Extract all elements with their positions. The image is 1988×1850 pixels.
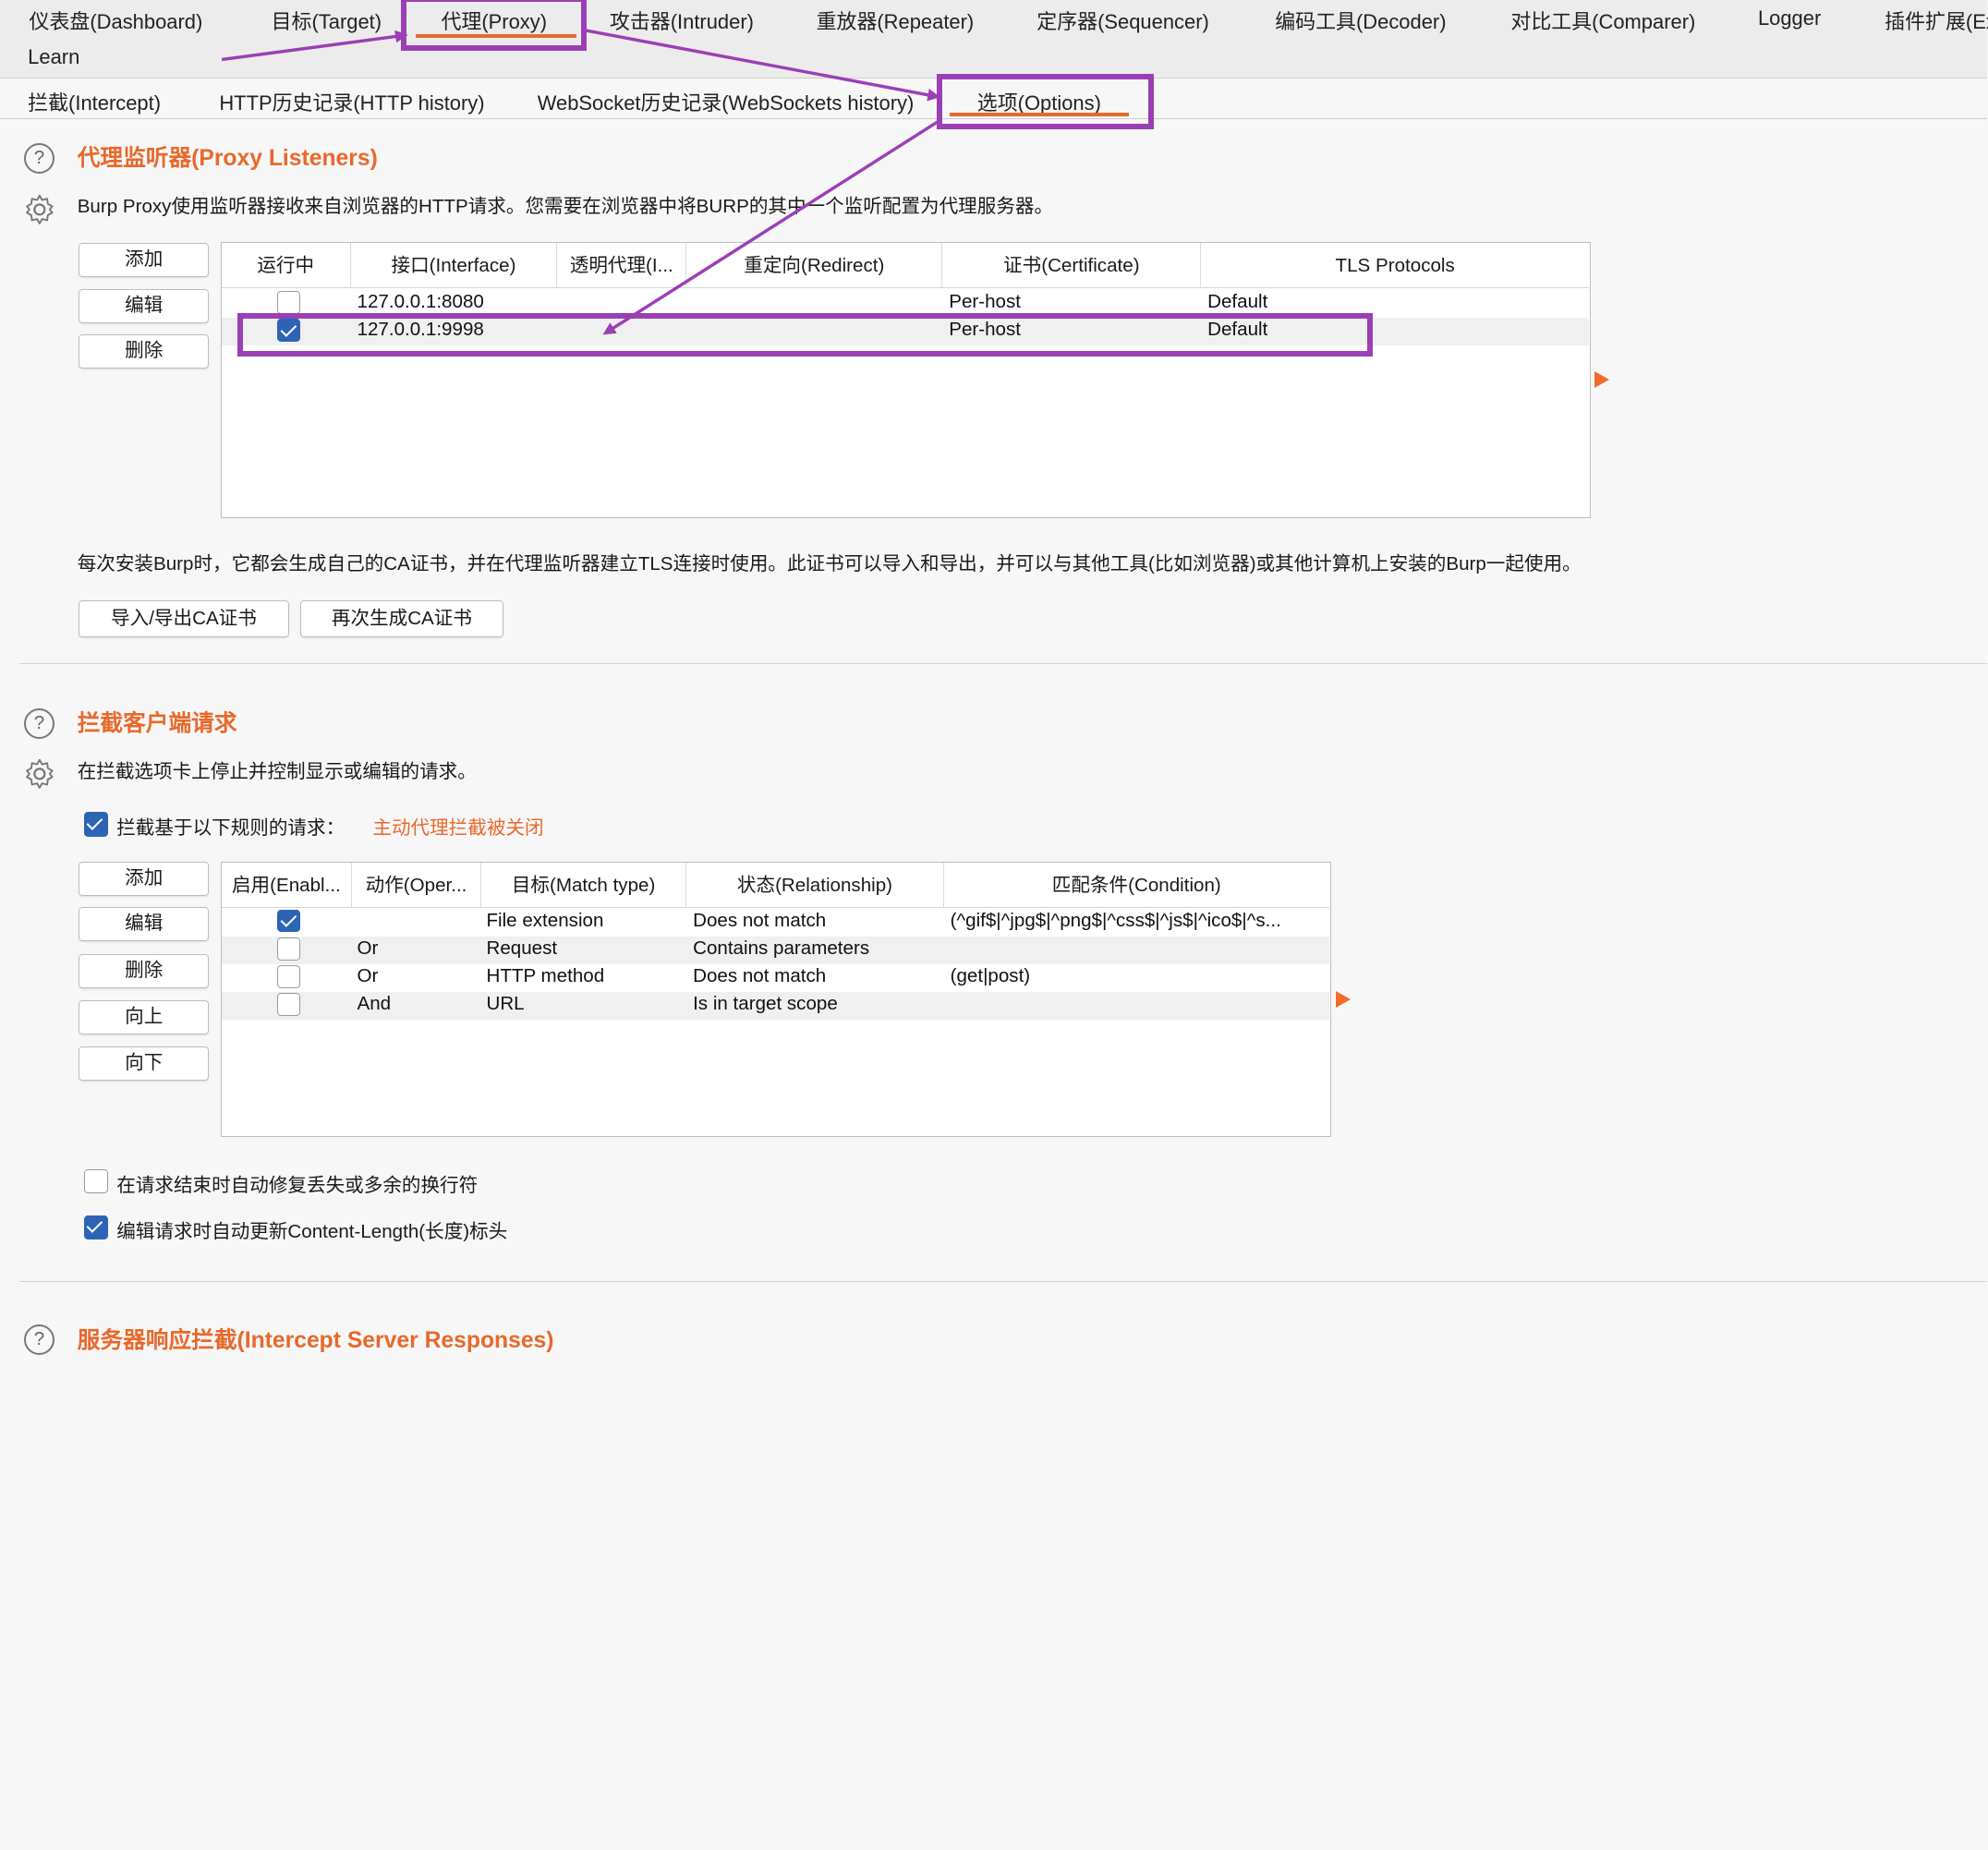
add-rule-button[interactable]: 添加 bbox=[79, 861, 210, 896]
column-header-condition[interactable]: 匹配条件(Condition) bbox=[944, 863, 1329, 908]
rule-enabled-checkbox[interactable] bbox=[277, 909, 300, 933]
table-row[interactable]: Or Request Contains parameters bbox=[221, 936, 1329, 964]
column-header-redirect[interactable]: 重定向(Redirect) bbox=[686, 243, 943, 289]
column-header-certificate[interactable]: 证书(Certificate) bbox=[942, 243, 1202, 289]
tab-target[interactable]: 目标(Target) bbox=[272, 6, 382, 35]
tab-extender[interactable]: 插件扩展(Ex bbox=[1885, 6, 1988, 35]
relationship-cell: Does not match bbox=[693, 965, 827, 987]
intercept-status-note: 主动代理拦截被关闭 bbox=[372, 817, 544, 840]
table-row[interactable]: File extension Does not match (^gif$|^jp… bbox=[222, 908, 1329, 936]
tab-logger[interactable]: Logger bbox=[1758, 6, 1821, 30]
tab-learn[interactable]: Learn bbox=[28, 45, 79, 69]
operator-cell: And bbox=[357, 993, 392, 1015]
gear-icon[interactable] bbox=[23, 757, 56, 791]
match-type-cell: File extension bbox=[486, 909, 604, 931]
intercept-rules-checkbox[interactable] bbox=[83, 812, 108, 837]
add-listener-button[interactable]: 添加 bbox=[79, 243, 210, 278]
update-content-length-checkbox[interactable] bbox=[83, 1215, 108, 1239]
condition-cell: (^gif$|^jpg$|^png$|^css$|^js$|^ico$|^s..… bbox=[950, 909, 1281, 931]
regenerate-ca-button[interactable]: 再次生成CA证书 bbox=[300, 600, 503, 638]
relationship-cell: Does not match bbox=[693, 909, 827, 931]
intercept-client-description: 在拦截选项卡上停止并控制显示或编辑的请求。 bbox=[77, 760, 477, 782]
proxy-listeners-title: 代理监听器(Proxy Listeners) bbox=[77, 145, 378, 171]
column-header-tls-protocols[interactable]: TLS Protocols bbox=[1201, 243, 1589, 288]
running-checkbox[interactable] bbox=[277, 291, 300, 314]
tab-repeater[interactable]: 重放器(Repeater) bbox=[817, 6, 975, 35]
tls-cell: Default bbox=[1207, 291, 1268, 313]
tab-sequencer[interactable]: 定序器(Sequencer) bbox=[1036, 6, 1209, 35]
proxy-tab-highlight bbox=[400, 0, 588, 51]
column-header-interface[interactable]: 接口(Interface) bbox=[351, 243, 558, 289]
fix-newlines-checkbox[interactable] bbox=[83, 1169, 108, 1194]
match-type-cell: URL bbox=[486, 993, 525, 1015]
interface-cell: 127.0.0.1:8080 bbox=[357, 291, 484, 313]
edit-rule-button[interactable]: 编辑 bbox=[79, 907, 210, 942]
remove-rule-button[interactable]: 删除 bbox=[79, 954, 210, 989]
edit-listener-button[interactable]: 编辑 bbox=[79, 288, 210, 323]
main-tab-bar: 仪表盘(Dashboard) 目标(Target) 代理(Proxy) 攻击器(… bbox=[0, 0, 1988, 79]
rule-enabled-checkbox[interactable] bbox=[277, 937, 300, 961]
help-icon[interactable]: ? bbox=[24, 707, 55, 739]
subtab-http-history[interactable]: HTTP历史记录(HTTP history) bbox=[219, 88, 484, 116]
column-header-invisible[interactable]: 透明代理(I... bbox=[557, 243, 687, 289]
update-content-length-label: 编辑请求时自动更新Content-Length(长度)标头 bbox=[116, 1220, 508, 1242]
operator-cell: Or bbox=[357, 965, 379, 987]
listeners-table-header: 运行中 接口(Interface) 透明代理(I... 重定向(Redirect… bbox=[221, 243, 1590, 289]
column-header-operator[interactable]: 动作(Oper... bbox=[352, 862, 481, 909]
fix-newlines-label: 在请求结束时自动修复丢失或多余的换行符 bbox=[116, 1175, 479, 1197]
proxy-listeners-description: Burp Proxy使用监听器接收来自浏览器的HTTP请求。您需要在浏览器中将B… bbox=[77, 195, 1054, 217]
intercept-server-title: 服务器响应拦截(Intercept Server Responses) bbox=[77, 1327, 554, 1353]
intercept-rules-table: 启用(Enabl... 动作(Oper... 目标(Match type) 状态… bbox=[220, 861, 1331, 1137]
section-divider bbox=[18, 662, 1988, 664]
move-down-button[interactable]: 向下 bbox=[79, 1046, 210, 1082]
table-row[interactable]: And URL Is in target scope bbox=[221, 991, 1329, 1021]
relationship-cell: Is in target scope bbox=[693, 993, 838, 1015]
tab-comparer[interactable]: 对比工具(Comparer) bbox=[1510, 6, 1695, 35]
condition-cell: (get|post) bbox=[950, 965, 1031, 987]
expand-arrow-icon[interactable] bbox=[1594, 370, 1609, 388]
column-header-relationship[interactable]: 状态(Relationship) bbox=[686, 862, 944, 909]
import-export-ca-button[interactable]: 导入/导出CA证书 bbox=[79, 600, 289, 638]
tab-decoder[interactable]: 编码工具(Decoder) bbox=[1275, 6, 1446, 35]
rule-enabled-checkbox[interactable] bbox=[277, 965, 300, 988]
listener-row-highlight bbox=[236, 312, 1373, 357]
operator-cell: Or bbox=[357, 937, 379, 959]
rule-enabled-checkbox[interactable] bbox=[277, 993, 300, 1016]
column-header-running[interactable]: 运行中 bbox=[222, 243, 351, 289]
column-header-enabled[interactable]: 启用(Enabl... bbox=[222, 862, 353, 909]
match-type-cell: HTTP method bbox=[486, 965, 605, 987]
help-icon[interactable]: ? bbox=[24, 143, 55, 174]
gear-icon[interactable] bbox=[23, 193, 56, 226]
remove-listener-button[interactable]: 删除 bbox=[79, 334, 210, 369]
certificate-cell: Per-host bbox=[949, 291, 1022, 313]
tab-dashboard[interactable]: 仪表盘(Dashboard) bbox=[30, 6, 203, 35]
section-divider bbox=[18, 1281, 1988, 1283]
column-header-match-type[interactable]: 目标(Match type) bbox=[481, 862, 687, 909]
intercept-client-title: 拦截客户端请求 bbox=[77, 710, 237, 736]
match-type-cell: Request bbox=[486, 937, 558, 959]
subtab-intercept[interactable]: 拦截(Intercept) bbox=[28, 88, 161, 116]
table-row[interactable]: Or HTTP method Does not match (get|post) bbox=[222, 964, 1329, 992]
move-up-button[interactable]: 向上 bbox=[79, 999, 210, 1034]
listeners-table: 运行中 接口(Interface) 透明代理(I... 重定向(Redirect… bbox=[220, 242, 1591, 519]
tab-intruder[interactable]: 攻击器(Intruder) bbox=[610, 6, 754, 35]
relationship-cell: Contains parameters bbox=[693, 937, 870, 959]
help-icon[interactable]: ? bbox=[24, 1324, 55, 1355]
subtab-websocket-history[interactable]: WebSocket历史记录(WebSockets history) bbox=[538, 88, 915, 116]
options-tab-highlight bbox=[936, 73, 1154, 129]
expand-arrow-icon[interactable] bbox=[1336, 990, 1351, 1008]
intercept-rules-label: 拦截基于以下规则的请求： bbox=[116, 817, 345, 840]
rules-table-header: 启用(Enabl... 动作(Oper... 目标(Match type) 状态… bbox=[221, 862, 1329, 909]
ca-certificate-note: 每次安装Burp时，它都会生成自己的CA证书，并在代理监听器建立TLS连接时使用… bbox=[77, 552, 1582, 574]
